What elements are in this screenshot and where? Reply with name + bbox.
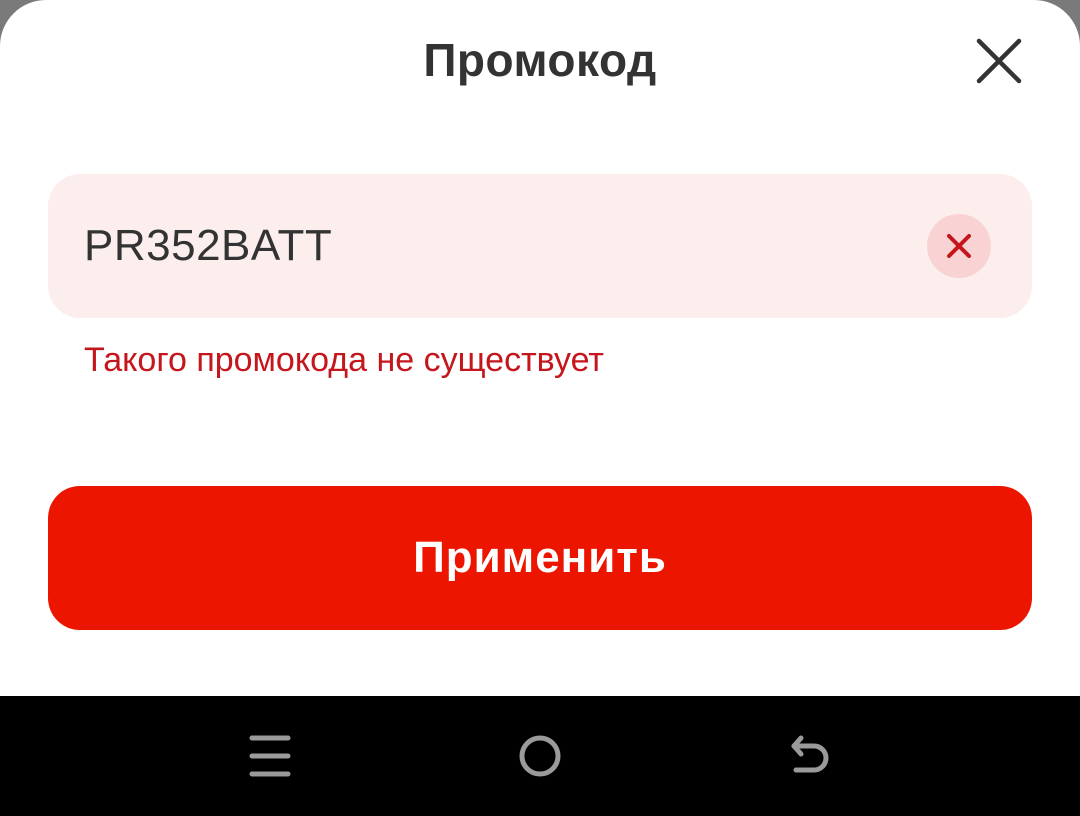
sheet-title: Промокод [423, 34, 657, 86]
promo-code-input[interactable] [84, 208, 904, 284]
system-navigation-bar [0, 696, 1080, 816]
clear-x-icon [947, 234, 971, 258]
nav-back-button[interactable] [780, 726, 840, 786]
apply-button[interactable]: Применить [48, 486, 1032, 630]
promo-error-message: Такого промокода не существует [84, 341, 604, 379]
nav-menu-button[interactable] [240, 726, 300, 786]
clear-input-button[interactable] [927, 214, 991, 278]
promo-code-field [48, 174, 1032, 318]
screen: Промокод Такого промокода не существует … [0, 0, 1080, 816]
promo-bottom-sheet: Промокод Такого промокода не существует … [0, 0, 1080, 696]
close-icon [976, 38, 1022, 84]
menu-lines-icon [249, 735, 291, 777]
close-button[interactable] [966, 28, 1032, 94]
home-circle-icon [519, 735, 561, 777]
back-arrow-icon [791, 735, 829, 773]
nav-home-button[interactable] [510, 726, 570, 786]
